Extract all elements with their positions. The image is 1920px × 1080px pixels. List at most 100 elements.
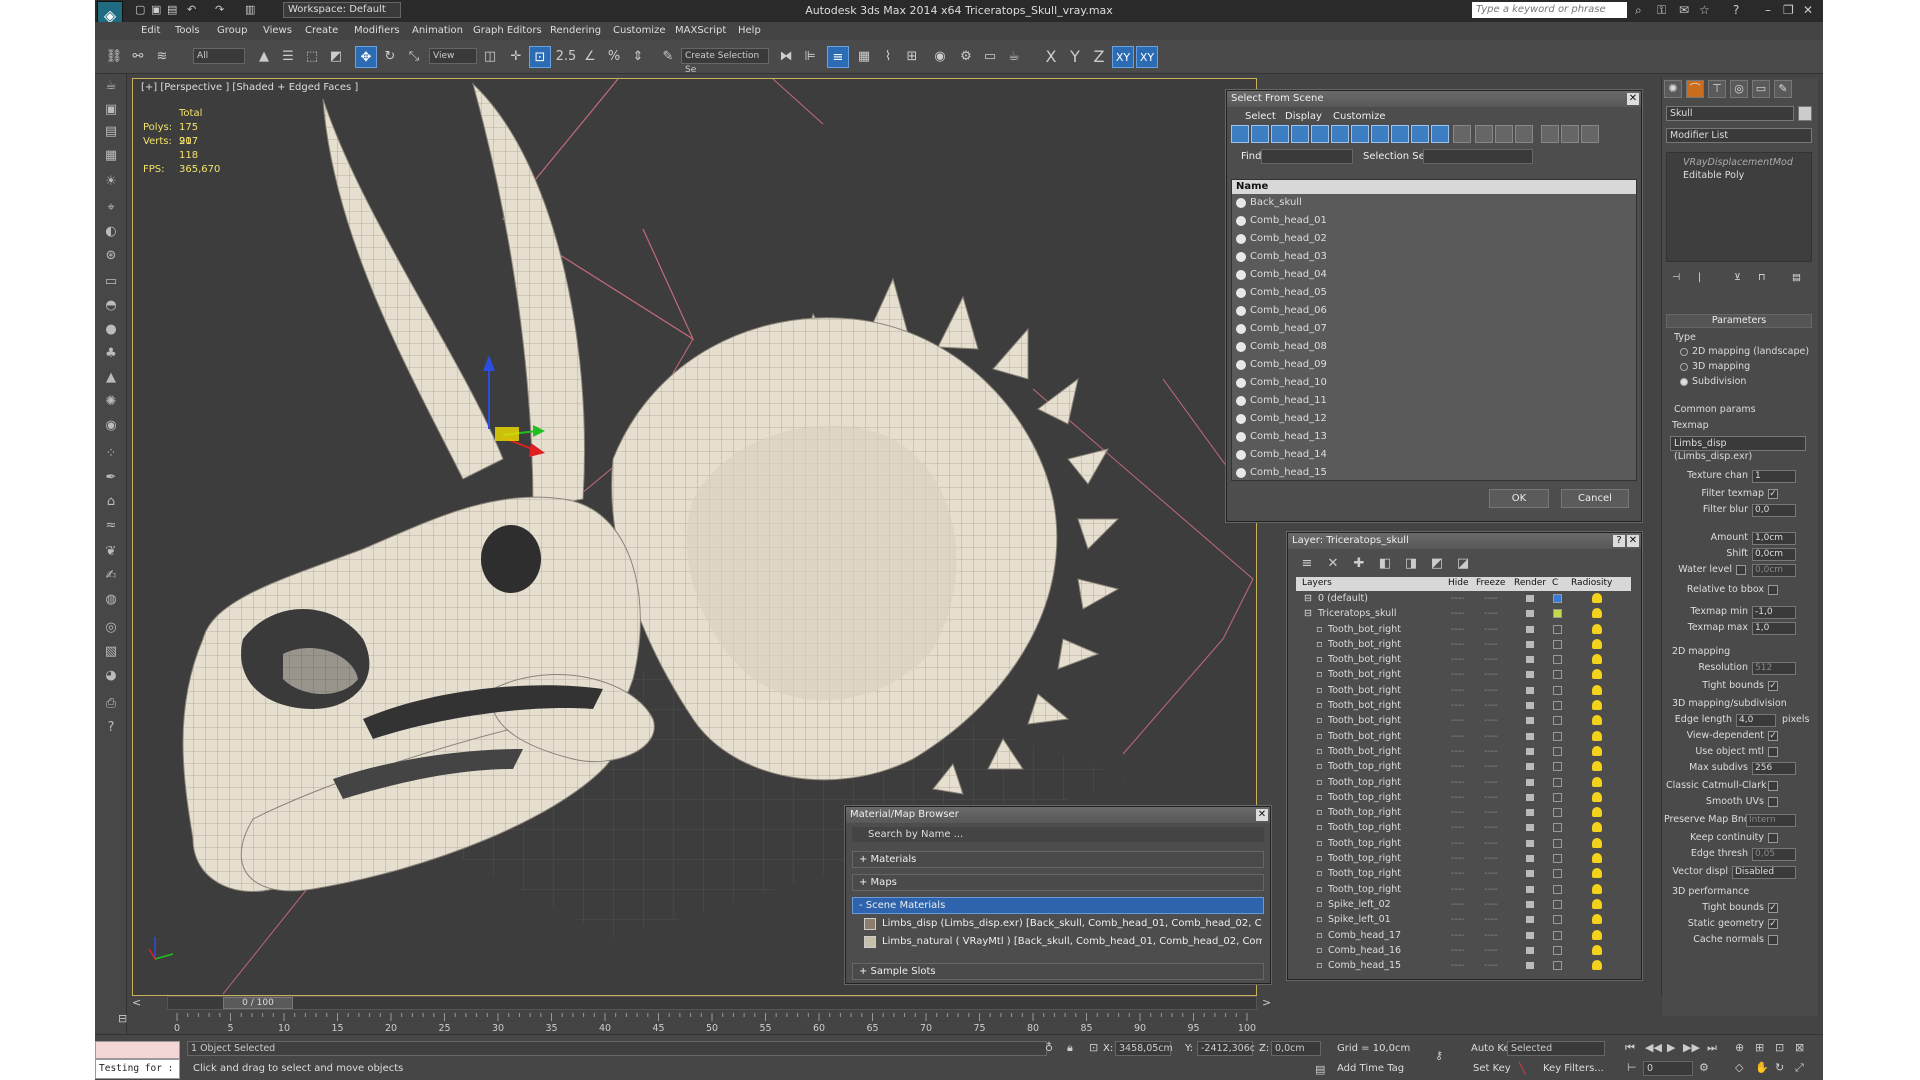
radiosity-bulb-icon[interactable] [1592,944,1602,955]
plane-icon[interactable]: ▭ [100,272,122,292]
layer-color-swatch[interactable] [1553,823,1562,833]
freeze-toggle[interactable]: ---- [1484,729,1498,744]
col-freeze[interactable]: Freeze [1476,578,1505,588]
layer-row[interactable]: ▫ Tooth_top_right ---- ---- [1296,759,1631,774]
layer-color-swatch[interactable] [1553,792,1562,802]
freeze-toggle[interactable]: ---- [1484,713,1498,728]
isolate-icon[interactable]: ♁ [1045,1041,1053,1054]
texture-chan-spinner[interactable]: 1 [1752,470,1796,483]
filter-bones-icon[interactable] [1391,125,1409,143]
rock-icon[interactable]: ◍ [100,590,122,610]
align-icon[interactable]: ⊫ [799,46,821,68]
filter-cameras-icon[interactable] [1291,125,1309,143]
radiosity-bulb-icon[interactable] [1592,654,1602,665]
hide-toggle[interactable]: ---- [1451,897,1465,912]
freeze-toggle[interactable]: ---- [1484,943,1498,958]
radiosity-bulb-icon[interactable] [1592,853,1602,864]
modifier-list-dropdown[interactable]: Modifier List [1666,128,1812,143]
modifier-stack[interactable]: VRayDisplacementMod Editable Poly [1666,152,1812,262]
filter-helpers-icon[interactable] [1311,125,1329,143]
hide-toggle[interactable]: ---- [1451,729,1465,744]
smooth-uvs-checkbox[interactable] [1768,797,1778,807]
radiosity-bulb-icon[interactable] [1592,776,1602,787]
freeze-toggle[interactable]: ---- [1484,652,1498,667]
layer-row[interactable]: ⊟ 0 (default) ---- ---- [1296,591,1631,606]
hide-toggle[interactable]: ---- [1451,606,1465,621]
sfs-menu-display[interactable]: Display [1285,111,1322,122]
freeze-toggle[interactable]: ---- [1484,897,1498,912]
freeze-all-icon[interactable]: ◪ [1452,553,1474,575]
scene-object-row[interactable]: Comb_head_08 [1232,338,1636,356]
time-slider-track[interactable]: 0 / 100 [167,996,1257,1010]
render-teapot-icon[interactable] [1526,717,1534,725]
menu-create[interactable]: Create [305,25,338,36]
water-icon[interactable]: ≈ [100,516,122,536]
create-layer-icon[interactable]: ≡ [1296,553,1318,575]
freeze-toggle[interactable]: ---- [1484,928,1498,943]
field-of-view-icon[interactable]: ◇ [1735,1061,1743,1074]
layer-color-swatch[interactable] [1553,701,1562,711]
y-coord-field[interactable]: -2412,306c [1197,1041,1255,1056]
z-coord-field[interactable]: 0,0cm [1271,1041,1321,1056]
snap-toggle-icon[interactable]: 2.5 [555,46,577,68]
goto-end-icon[interactable]: ⏭ [1707,1041,1717,1055]
render-teapot-icon[interactable] [1526,793,1534,801]
layer-help-icon[interactable]: ? [1613,535,1625,547]
set-key-button[interactable]: Set Key [1473,1063,1511,1074]
key-icon[interactable]: ⚷ [1435,1049,1443,1062]
subscription-icon[interactable]: ⚿ [1657,3,1666,18]
layer-row[interactable]: ▫ Tooth_bot_right ---- ---- [1296,729,1631,744]
render-teapot-icon[interactable] [1526,946,1534,954]
hide-toggle[interactable]: ---- [1451,851,1465,866]
globe-icon[interactable]: ◎ [100,618,122,638]
scene-object-row[interactable]: Comb_head_15 [1232,464,1636,480]
axis-xy-cycle-button[interactable]: XY [1136,46,1158,68]
material-slot-icon[interactable]: ▧ [100,642,122,662]
layer-row[interactable]: ▫ Comb_head_15 ---- ---- [1296,958,1631,971]
restore-icon[interactable]: ❐ [1783,3,1794,17]
filter-hidden-icon[interactable] [1453,125,1471,143]
layer-color-swatch[interactable] [1553,930,1562,940]
group-scene-materials[interactable]: - Scene Materials [852,897,1264,914]
layer-color-swatch[interactable] [1553,655,1562,665]
hide-toggle[interactable]: ---- [1451,882,1465,897]
layer-color-swatch[interactable] [1553,777,1562,787]
select-objects-icon[interactable]: ◧ [1374,553,1396,575]
hide-toggle[interactable]: ---- [1451,805,1465,820]
water-level-checkbox[interactable] [1736,565,1746,575]
scene-object-row[interactable]: Comb_head_11 [1232,392,1636,410]
hide-all-icon[interactable]: ◩ [1426,553,1448,575]
menu-help[interactable]: Help [738,25,761,36]
filter-texmap-checkbox[interactable]: ✓ [1768,489,1778,499]
menu-maxscript[interactable]: MAXScript [675,25,726,36]
pivot-center-icon[interactable]: ◫ [479,46,501,68]
layer-row[interactable]: ▫ Tooth_bot_right ---- ---- [1296,667,1631,682]
window-crossing-icon[interactable]: ◩ [325,46,347,68]
layer-color-swatch[interactable] [1553,869,1562,879]
material-browser-close-icon[interactable]: ✕ [1256,809,1268,821]
scene-object-row[interactable]: Comb_head_06 [1232,302,1636,320]
render-teapot-icon[interactable] [1526,656,1534,664]
highlight-layer-icon[interactable]: ◨ [1400,553,1422,575]
utilities-tab-icon[interactable]: ✎ [1774,80,1792,98]
radiosity-bulb-icon[interactable] [1592,608,1602,619]
layer-color-swatch[interactable] [1553,945,1562,955]
graphite-ribbon-icon[interactable]: ▦ [853,46,875,68]
viewport-label[interactable]: [+] [Perspective ] [Shaded + Edged Faces… [141,82,358,93]
spinner-snap-icon[interactable]: ⇕ [627,46,649,68]
info-icon[interactable]: ? [100,718,122,738]
dialog-close-icon[interactable]: ✕ [1627,93,1639,105]
render-teapot-icon[interactable] [1526,931,1534,939]
time-slider-thumb[interactable]: 0 / 100 [223,997,293,1009]
hide-toggle[interactable]: ---- [1451,683,1465,698]
menu-edit[interactable]: Edit [141,25,160,36]
add-to-layer-icon[interactable]: ✚ [1348,553,1370,575]
freeze-toggle[interactable]: ---- [1484,882,1498,897]
radiosity-bulb-icon[interactable] [1592,700,1602,711]
remove-modifier-icon[interactable]: ⊓ [1758,272,1765,283]
render-teapot-icon[interactable] [1526,870,1534,878]
filter-frozen-icon[interactable] [1431,125,1449,143]
hide-toggle[interactable]: ---- [1451,790,1465,805]
minimize-icon[interactable]: – [1765,3,1771,17]
layer-row[interactable]: ▫ Tooth_bot_right ---- ---- [1296,744,1631,759]
